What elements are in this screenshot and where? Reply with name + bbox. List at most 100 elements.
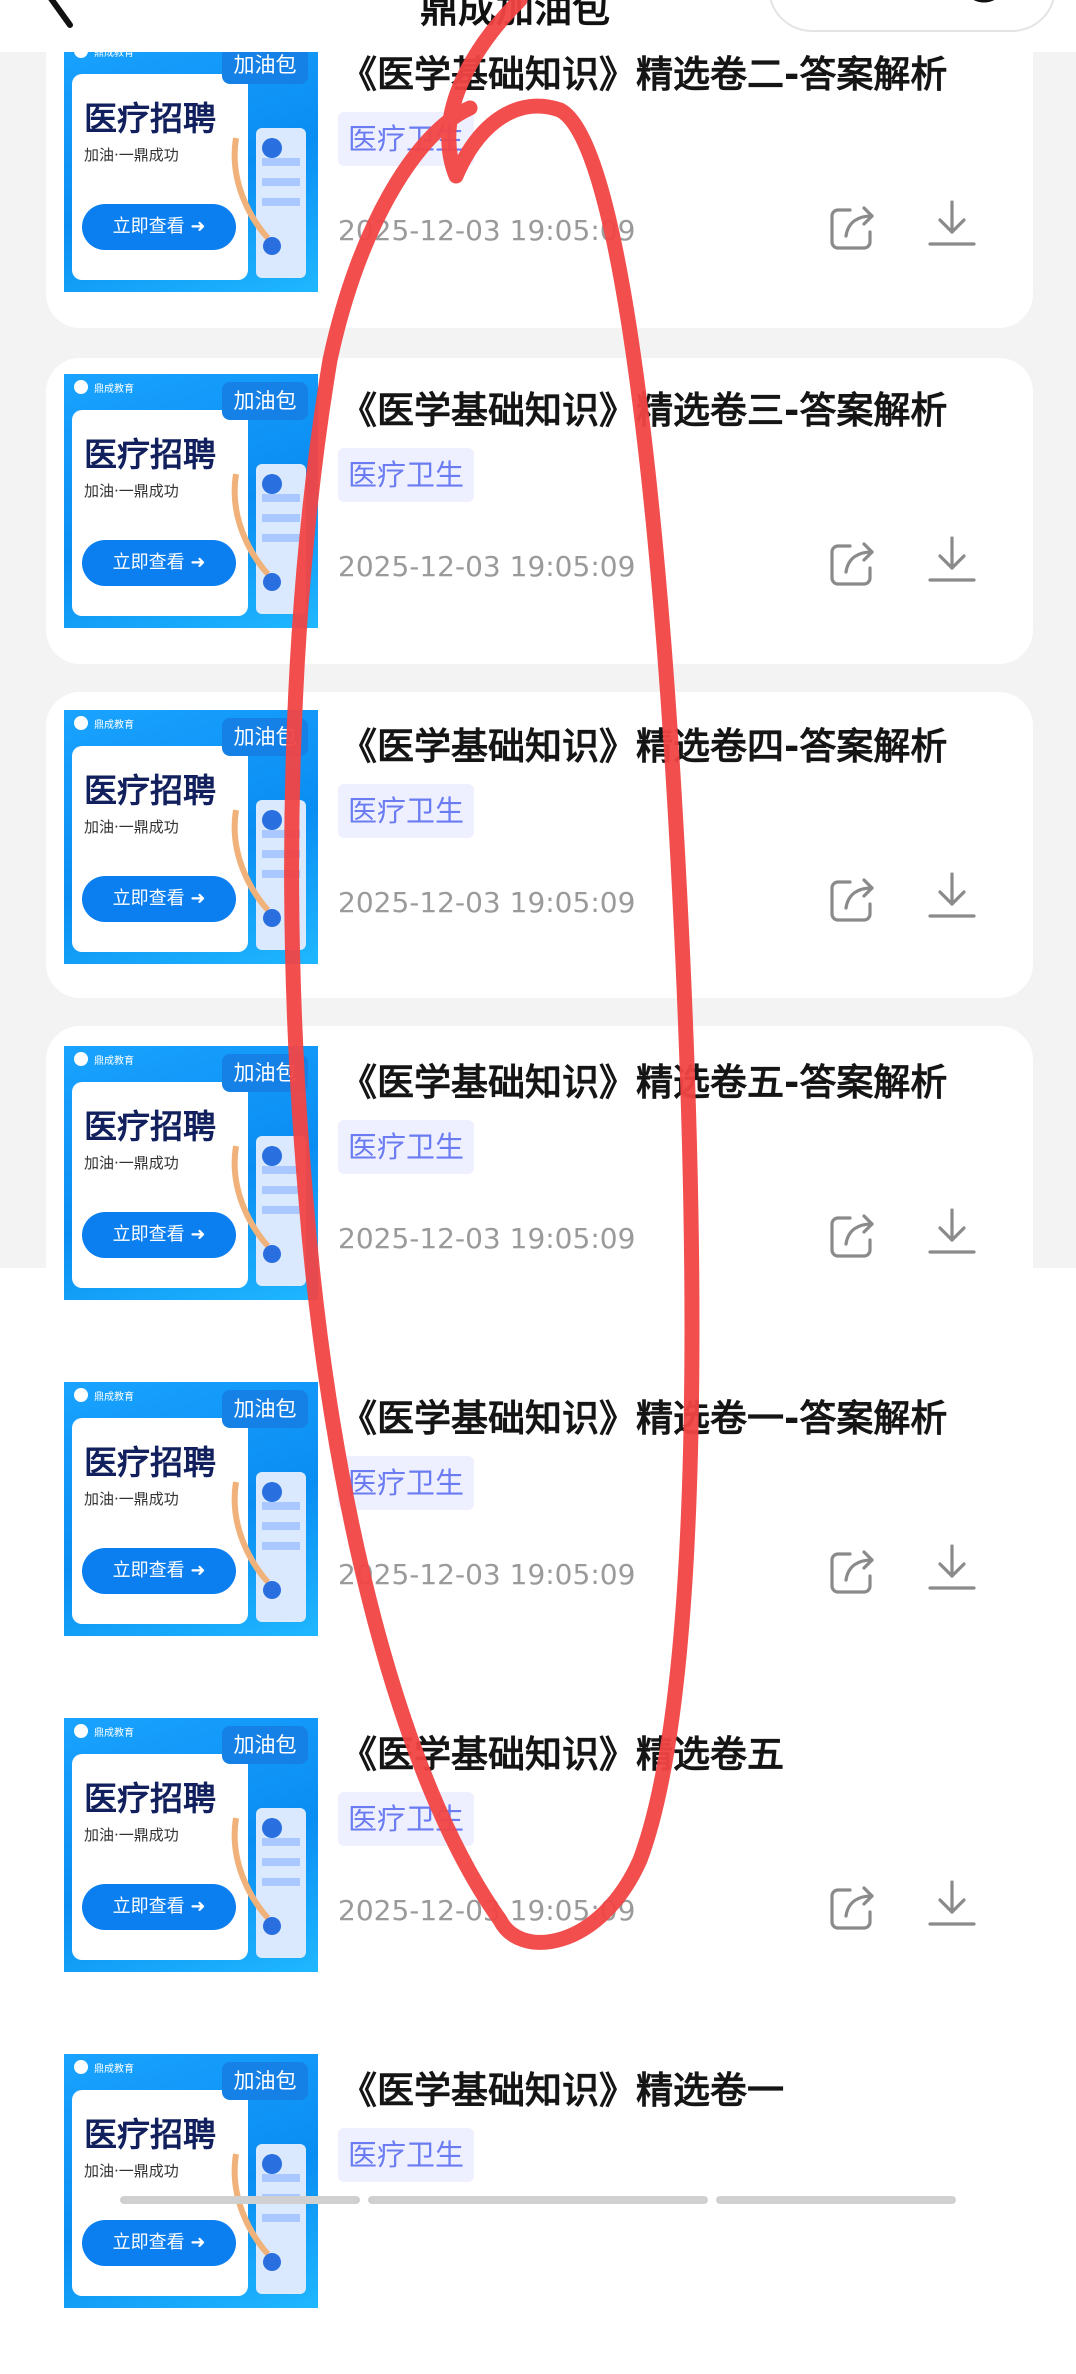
back-arrow-icon[interactable] [40,0,80,30]
share-icon[interactable] [828,1210,878,1260]
list-item[interactable]: 鼎成教育 加油包 医疗招聘 加油·一鼎成功 立即查看 ➜ 《医学基础知识》精选卷… [0,374,1076,694]
stethoscope-icon [231,800,306,950]
thumbnail-brand: 鼎成教育 [94,2064,134,2075]
share-icon[interactable] [828,1882,878,1932]
item-title[interactable]: 《医学基础知识》精选卷三-答案解析 [340,380,947,434]
thumbnail-heading: 医疗招聘 [84,1443,216,1482]
publish-date: 2025-12-03 19:05:09 [338,214,636,247]
brand-logo-icon [74,716,88,730]
thumbnail-slogan: 加油·一鼎成功 [84,146,179,164]
publish-date: 2025-12-03 19:05:09 [338,1558,636,1591]
thumbnail-badge: 加油包 [222,1054,308,1092]
download-icon[interactable] [926,534,978,586]
download-icon[interactable] [926,1542,978,1594]
brand-logo-icon [74,1052,88,1066]
item-title[interactable]: 《医学基础知识》精选卷五 [340,1724,784,1778]
item-thumbnail: 鼎成教育 加油包 医疗招聘 加油·一鼎成功 立即查看 ➜ [64,1382,318,1636]
item-title[interactable]: 《医学基础知识》精选卷五-答案解析 [340,1052,947,1106]
category-tag: 医疗卫生 [338,1456,475,1510]
scroll-indicator [716,2196,956,2204]
item-title[interactable]: 《医学基础知识》精选卷一 [340,2060,784,2114]
item-title[interactable]: 《医学基础知识》精选卷一-答案解析 [340,1388,947,1442]
brand-logo-icon [74,380,88,394]
thumbnail-slogan: 加油·一鼎成功 [84,482,179,500]
brand-logo-icon [74,1388,88,1402]
thumbnail-brand: 鼎成教育 [94,720,134,731]
list-item[interactable]: 鼎成教育 加油包 医疗招聘 加油·一鼎成功 立即查看 ➜ 《医学基础知识》精选卷… [0,1382,1076,1702]
thumbnail-view-button: 立即查看 ➜ [82,1548,236,1594]
thumbnail-badge: 加油包 [222,2062,308,2100]
thumbnail-slogan: 加油·一鼎成功 [84,2162,179,2180]
thumbnail-view-button: 立即查看 ➜ [82,540,236,586]
thumbnail-view-button: 立即查看 ➜ [82,2220,236,2266]
item-thumbnail: 鼎成教育 加油包 医疗招聘 加油·一鼎成功 立即查看 ➜ [64,2054,318,2308]
download-icon[interactable] [926,870,978,922]
share-icon[interactable] [828,538,878,588]
thumbnail-view-button: 立即查看 ➜ [82,1884,236,1930]
item-thumbnail: 鼎成教育 加油包 医疗招聘 加油·一鼎成功 立即查看 ➜ [64,38,318,292]
stethoscope-icon [231,128,306,278]
item-title[interactable]: 《医学基础知识》精选卷四-答案解析 [340,716,947,770]
thumbnail-slogan: 加油·一鼎成功 [84,1490,179,1508]
list-item[interactable]: 鼎成教育 加油包 医疗招聘 加油·一鼎成功 立即查看 ➜ 《医学基础知识》精选卷… [0,1046,1076,1366]
thumbnail-badge: 加油包 [222,718,308,756]
thumbnail-view-button: 立即查看 ➜ [82,204,236,250]
stethoscope-icon [231,2144,306,2294]
thumbnail-slogan: 加油·一鼎成功 [84,1826,179,1844]
category-tag: 医疗卫生 [338,112,475,166]
publish-date: 2025-12-03 19:05:09 [338,1894,636,1927]
download-icon[interactable] [926,1206,978,1258]
category-tag: 医疗卫生 [338,448,475,502]
publish-date: 2025-12-03 19:05:09 [338,886,636,919]
category-tag: 医疗卫生 [338,1792,475,1846]
item-title[interactable]: 《医学基础知识》精选卷二-答案解析 [340,44,947,98]
thumbnail-heading: 医疗招聘 [84,1107,216,1146]
brand-logo-icon [74,1724,88,1738]
thumbnail-slogan: 加油·一鼎成功 [84,818,179,836]
page-title: 鼎成加油包 [420,0,611,31]
thumbnail-heading: 医疗招聘 [84,771,216,810]
stethoscope-icon [231,1472,306,1622]
item-thumbnail: 鼎成教育 加油包 医疗招聘 加油·一鼎成功 立即查看 ➜ [64,1718,318,1972]
list-item[interactable]: 鼎成教育 加油包 医疗招聘 加油·一鼎成功 立即查看 ➜ 《医学基础知识》精选卷… [0,2054,1076,2374]
share-icon[interactable] [828,874,878,924]
list-item[interactable]: 鼎成教育 加油包 医疗招聘 加油·一鼎成功 立即查看 ➜ 《医学基础知识》精选卷… [0,1718,1076,2038]
close-circle-icon[interactable] [960,0,1008,10]
item-thumbnail: 鼎成教育 加油包 医疗招聘 加油·一鼎成功 立即查看 ➜ [64,1046,318,1300]
download-icon[interactable] [926,1878,978,1930]
item-thumbnail: 鼎成教育 加油包 医疗招聘 加油·一鼎成功 立即查看 ➜ [64,374,318,628]
thumbnail-badge: 加油包 [222,1726,308,1764]
stethoscope-icon [231,1808,306,1958]
thumbnail-heading: 医疗招聘 [84,99,216,138]
list-item[interactable]: 鼎成教育 加油包 医疗招聘 加油·一鼎成功 立即查看 ➜ 《医学基础知识》精选卷… [0,38,1076,358]
thumbnail-badge: 加油包 [222,382,308,420]
publish-date: 2025-12-03 19:05:09 [338,1222,636,1255]
stethoscope-icon [231,464,306,614]
thumbnail-view-button: 立即查看 ➜ [82,1212,236,1258]
stethoscope-icon [231,1136,306,1286]
thumbnail-heading: 医疗招聘 [84,1779,216,1818]
thumbnail-heading: 医疗招聘 [84,2115,216,2154]
brand-logo-icon [74,2060,88,2074]
scroll-indicator [120,2196,360,2204]
download-icon[interactable] [926,198,978,250]
thumbnail-slogan: 加油·一鼎成功 [84,1154,179,1172]
scroll-indicator [368,2196,708,2204]
item-thumbnail: 鼎成教育 加油包 医疗招聘 加油·一鼎成功 立即查看 ➜ [64,710,318,964]
top-navigation-bar: 鼎成加油包 [0,0,1076,52]
thumbnail-view-button: 立即查看 ➜ [82,876,236,922]
share-icon[interactable] [828,202,878,252]
category-tag: 医疗卫生 [338,1120,475,1174]
share-icon[interactable] [828,1546,878,1596]
thumbnail-brand: 鼎成教育 [94,1728,134,1739]
category-tag: 医疗卫生 [338,784,475,838]
thumbnail-heading: 医疗招聘 [84,435,216,474]
list-item[interactable]: 鼎成教育 加油包 医疗招聘 加油·一鼎成功 立即查看 ➜ 《医学基础知识》精选卷… [0,710,1076,1030]
capsule-menu[interactable] [768,0,1056,32]
thumbnail-brand: 鼎成教育 [94,1056,134,1067]
thumbnail-brand: 鼎成教育 [94,1392,134,1403]
category-tag: 医疗卫生 [338,2128,475,2182]
thumbnail-brand: 鼎成教育 [94,384,134,395]
thumbnail-badge: 加油包 [222,1390,308,1428]
publish-date: 2025-12-03 19:05:09 [338,550,636,583]
